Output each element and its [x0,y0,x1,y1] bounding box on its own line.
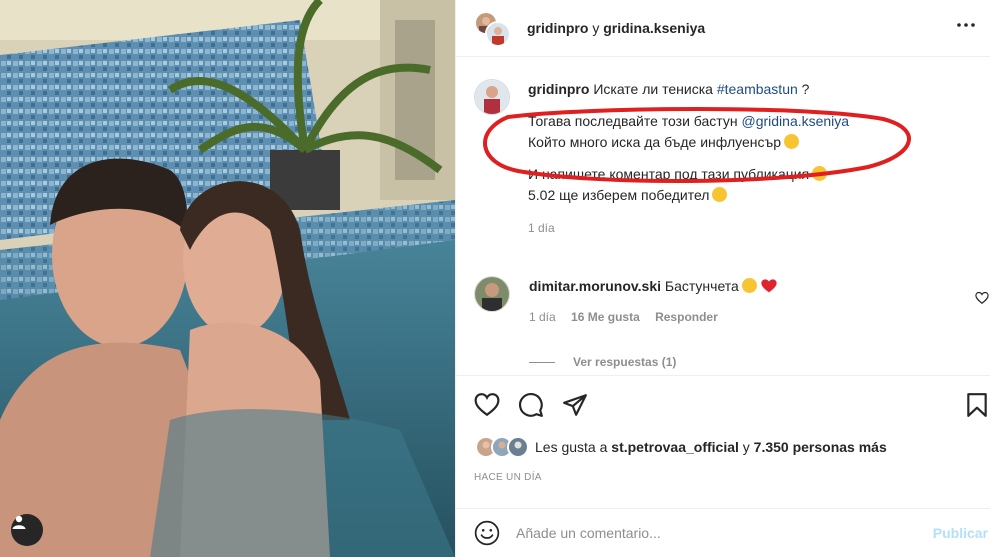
comment-likes[interactable]: 16 Me gusta [571,310,640,324]
caption-line-2: Тогава последвайте този бастун [528,113,738,129]
hug-emoji-icon [712,187,728,202]
likes-count[interactable]: 7.350 personas más [754,439,887,455]
coauthor-username[interactable]: gridina.kseniya [603,20,705,36]
likes-user[interactable]: st.petrovaa_official [611,439,739,455]
post-details-panel: gridinpro y gridina.kseniya gridinpro Ис… [455,0,990,557]
view-replies-button[interactable]: Ver respuestas (1) [529,355,676,369]
likers-avatars[interactable] [475,436,531,458]
divider [529,361,555,363]
avatar[interactable] [474,79,510,115]
author-username[interactable]: gridinpro [527,20,588,36]
add-comment-bar: Publicar [456,508,990,557]
caption-hashtag[interactable]: #teambastun [717,81,798,97]
caption-time[interactable]: 1 día [528,221,555,235]
post-authors: gridinpro y gridina.kseniya [527,20,705,36]
avatar [507,436,529,458]
view-replies-label: Ver respuestas (1) [573,355,677,369]
post-header: gridinpro y gridina.kseniya [456,0,990,57]
likes-prefix: Les gusta a [535,439,608,455]
red-heart-emoji-icon [761,279,777,293]
avatar[interactable] [474,276,510,312]
post-timestamp[interactable]: HACE UN DÍA [474,472,542,483]
caption-username[interactable]: gridinpro [528,81,589,97]
comment-like-heart-icon[interactable] [975,291,989,305]
wink-emoji-icon [812,166,828,181]
caption-mention[interactable]: @gridina.kseniya [741,113,849,129]
more-options-button[interactable] [955,14,977,36]
authors-connector: y [592,20,600,36]
bookmark-icon[interactable] [964,392,990,418]
post-image [0,0,455,557]
comment-username[interactable]: dimitar.morunov.ski [529,278,661,294]
more-options-icon [957,23,975,27]
emoji-icon[interactable] [474,520,500,546]
comment-text: Бастунчета [664,278,739,294]
caption-line-5: 5.02 ще изберем победител [528,187,710,203]
comment-item: dimitar.morunov.ski Бастунчета 1 día 16 … [474,276,777,328]
publish-button[interactable]: Publicar [933,525,988,541]
post-actions [456,375,990,433]
comment-input[interactable] [516,525,916,541]
post-photo[interactable] [0,0,455,557]
comment-icon[interactable] [518,392,544,418]
collab-avatars[interactable] [474,9,514,47]
likes-summary: Les gusta a st.petrovaa_official y 7.350… [475,436,887,458]
comment-time[interactable]: 1 día [529,310,556,324]
caption-line-1-end: ? [801,81,810,97]
post-caption: gridinpro Искате ли тениска #teambastun … [474,79,849,239]
share-icon[interactable] [562,392,588,418]
reply-button[interactable]: Responder [655,310,718,324]
likes-middle: y [742,439,750,455]
user-tag-icon [12,515,26,529]
rolling-eyes-emoji-icon [784,134,800,149]
caption-line-3: Който много иска да бъде инфлуенсър [528,134,782,150]
comments-list[interactable]: gridinpro Искате ли тениска #teambastun … [456,58,990,375]
caption-line-1: Искате ли тениска [593,81,713,97]
caption-line-4: И напишете коментар под тази публикация [528,166,810,182]
user-tag-button[interactable] [11,514,43,546]
kiss-emoji-icon [741,278,757,293]
heart-icon[interactable] [474,392,500,418]
avatar[interactable] [485,21,511,47]
